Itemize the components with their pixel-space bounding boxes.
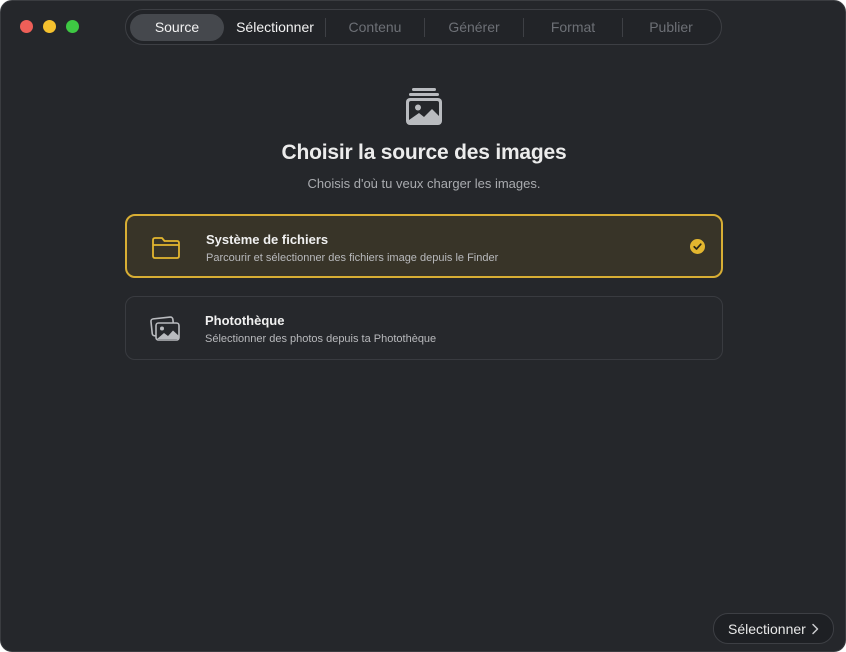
page-subtitle: Choisis d'où tu veux charger les images. bbox=[307, 176, 541, 191]
step-publish[interactable]: Publier bbox=[623, 14, 719, 41]
source-option-filesystem[interactable]: Système de fichiers Parcourir et sélecti… bbox=[125, 214, 723, 278]
step-source[interactable]: Source bbox=[130, 14, 224, 41]
step-format[interactable]: Format bbox=[524, 14, 622, 41]
source-option-photos-library[interactable]: Photothèque Sélectionner des photos depu… bbox=[125, 296, 723, 360]
photo-stack-icon bbox=[406, 88, 442, 125]
checkmark-icon bbox=[690, 239, 705, 254]
photos-library-icon bbox=[150, 316, 180, 341]
app-window: Source Sélectionner Contenu Générer Form… bbox=[0, 0, 846, 652]
maximize-window-button[interactable] bbox=[66, 20, 79, 33]
source-option-description: Parcourir et sélectionner des fichiers i… bbox=[206, 252, 499, 264]
minimize-window-button[interactable] bbox=[43, 20, 56, 33]
step-select[interactable]: Sélectionner bbox=[226, 14, 324, 41]
chevron-right-icon bbox=[812, 623, 819, 635]
step-generate[interactable]: Générer bbox=[425, 14, 523, 41]
page-title: Choisir la source des images bbox=[281, 141, 567, 164]
folder-icon bbox=[152, 237, 180, 259]
close-window-button[interactable] bbox=[20, 20, 33, 33]
step-navigation: Source Sélectionner Contenu Générer Form… bbox=[125, 9, 722, 45]
source-option-title: Photothèque bbox=[205, 313, 285, 328]
source-option-title: Système de fichiers bbox=[206, 232, 329, 247]
next-button[interactable]: Sélectionner bbox=[713, 613, 834, 644]
source-option-description: Sélectionner des photos depuis ta Photot… bbox=[205, 333, 437, 345]
step-content[interactable]: Contenu bbox=[326, 14, 424, 41]
next-button-label: Sélectionner bbox=[728, 621, 806, 637]
